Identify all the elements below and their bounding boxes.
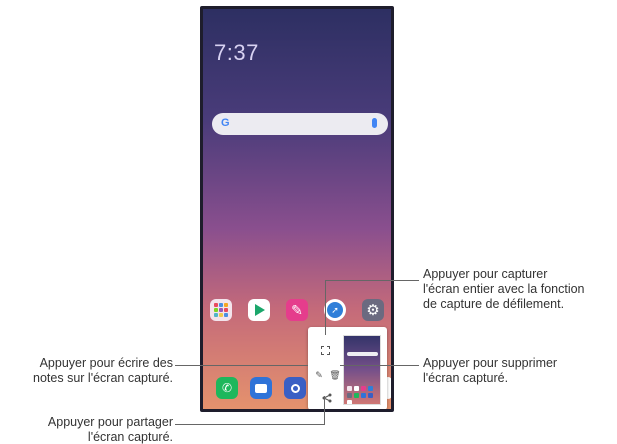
callout-line: Appuyer pour supprimer [423, 356, 558, 370]
callout-share: Appuyer pour partager l'écran capturé. [24, 415, 173, 444]
edit-pen-icon[interactable]: ✎ [312, 368, 326, 382]
callout-line: Appuyer pour écrire des [39, 356, 173, 370]
play-store-icon[interactable] [248, 299, 270, 321]
screenshot-preview-panel: ✎ 🗑 [308, 327, 387, 409]
scroll-capture-icon[interactable] [318, 343, 332, 357]
browser-compass-icon[interactable]: ➚ [324, 299, 346, 321]
home-screen: 7:37 G ✎ ➚ ⚙ ✆ ✎ 🗑 [203, 9, 391, 409]
share-icon[interactable] [320, 391, 334, 405]
lockscreen-clock: 7:37 [214, 40, 259, 65]
leader-line-edit [175, 365, 308, 366]
leader-line-capture-vertical [325, 280, 326, 335]
leader-line-share [175, 424, 324, 425]
callout-capture: Appuyer pour capturer l'écran entier ave… [423, 267, 585, 312]
phone-call-icon[interactable]: ✆ [216, 377, 238, 399]
google-search-bar[interactable]: G [212, 113, 388, 135]
notes-app-icon[interactable]: ✎ [286, 299, 308, 321]
leader-line-share-vertical [324, 396, 325, 425]
google-logo-icon: G [221, 117, 230, 129]
callout-line: notes sur l'écran capturé. [33, 371, 173, 385]
messages-icon[interactable] [250, 377, 272, 399]
leader-line-delete [340, 365, 419, 366]
leader-line-capture [325, 280, 419, 281]
callout-line: de capture de défilement. [423, 297, 565, 311]
callout-delete: Appuyer pour supprimer l'écran capturé. [423, 356, 557, 386]
phone-frame: 7:37 G ✎ ➚ ⚙ ✆ ✎ 🗑 [200, 6, 394, 412]
callout-line: l'écran entier avec la fonction [423, 282, 585, 296]
callout-line: Appuyer pour capturer [423, 267, 548, 281]
callout-edit: Appuyer pour écrire des notes sur l'écra… [7, 356, 173, 386]
settings-gear-icon[interactable]: ⚙ [362, 299, 384, 321]
callout-line: l'écran capturé. [87, 430, 173, 444]
callout-line: l'écran capturé. [423, 371, 509, 385]
trash-icon[interactable]: 🗑 [328, 368, 342, 382]
screenshot-thumbnail[interactable] [343, 335, 381, 405]
folder-app-icon[interactable] [210, 299, 232, 321]
callout-line: Appuyer pour partager [47, 415, 173, 429]
mic-icon[interactable] [372, 118, 377, 128]
camera-icon[interactable] [284, 377, 306, 399]
